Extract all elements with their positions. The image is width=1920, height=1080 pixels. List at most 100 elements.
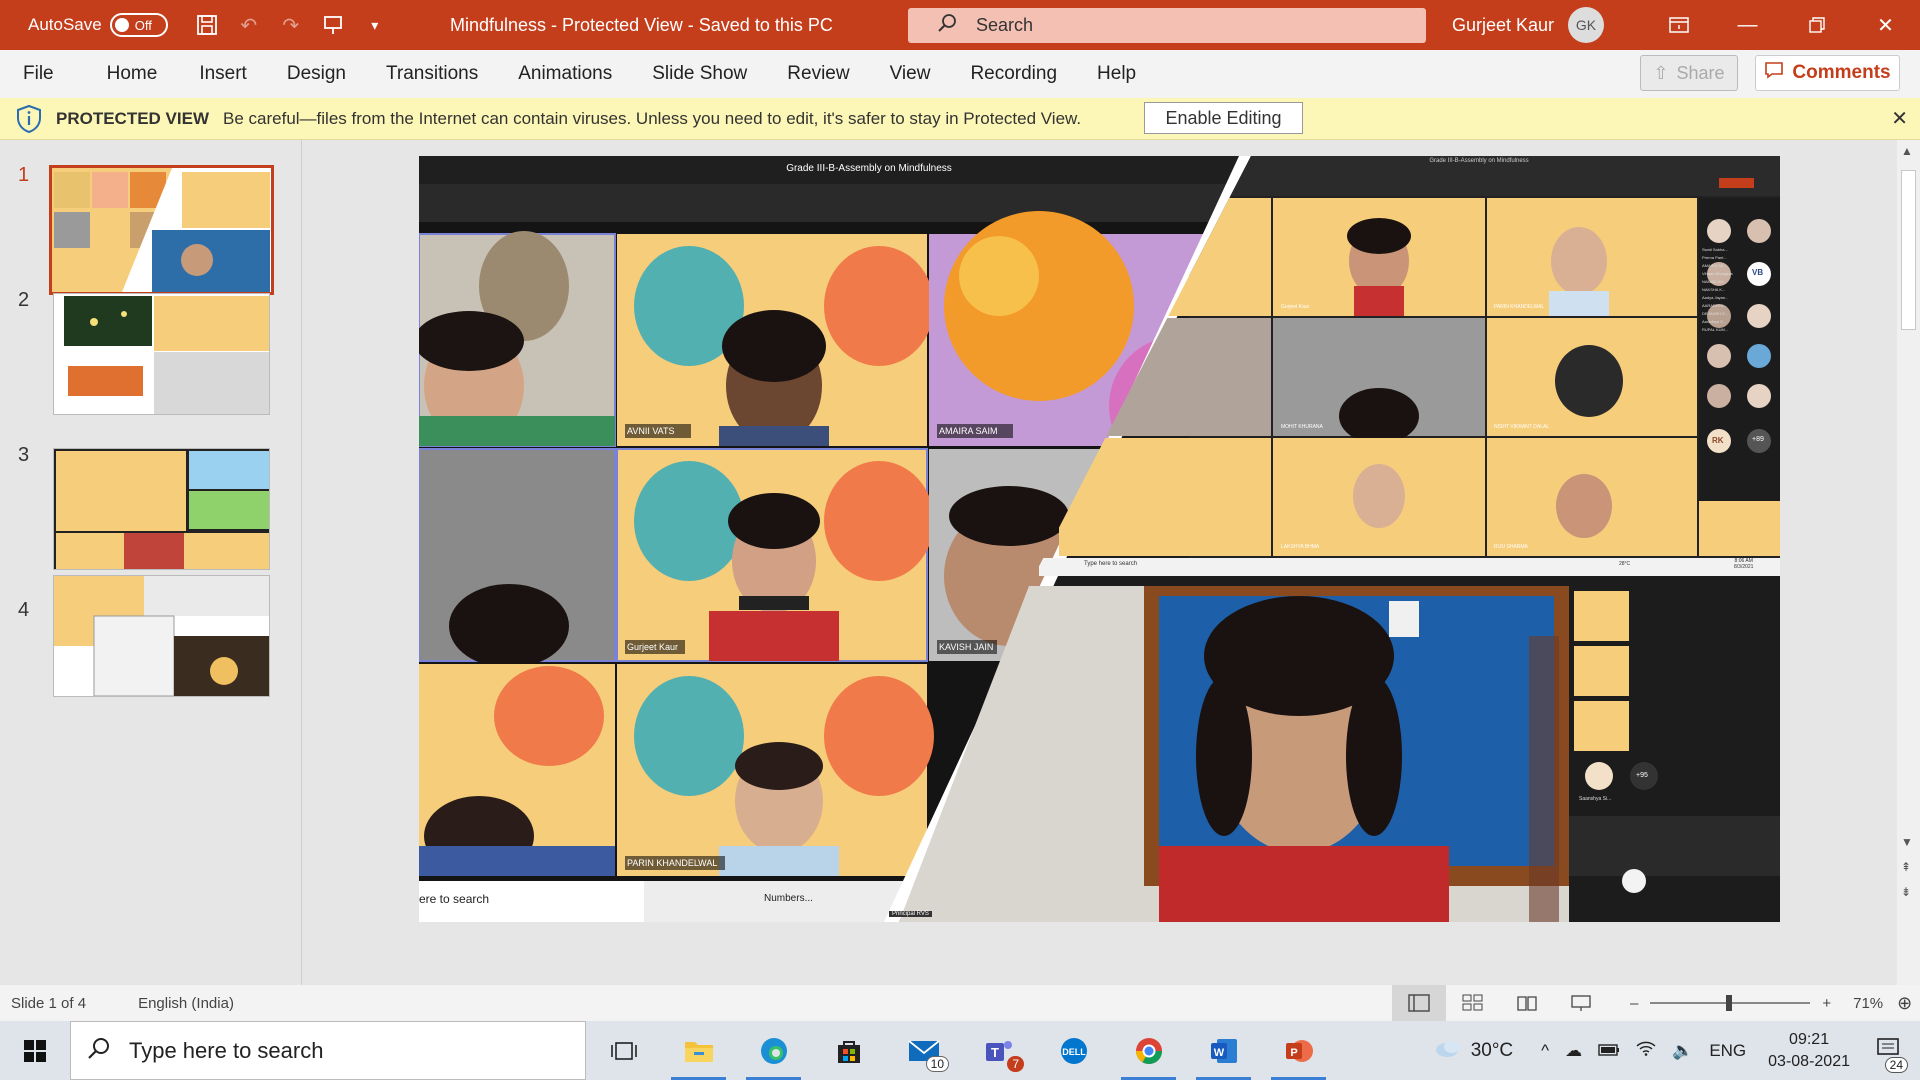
slide-thumbnail-3[interactable] (53, 448, 270, 570)
menu-help[interactable]: Help (1077, 50, 1156, 98)
presenter-label: Principal RVS (889, 911, 932, 917)
scroll-down-icon[interactable]: ▼ (1901, 835, 1913, 849)
autosave-toggle[interactable]: Off (109, 13, 168, 37)
mini-taskbar-app: Numbers... (764, 893, 813, 904)
zoom-out-button[interactable]: – (1630, 995, 1638, 1012)
chrome-icon[interactable] (1111, 1021, 1186, 1080)
side-name: NAMAN KH... (1702, 279, 1727, 284)
enable-editing-button[interactable]: Enable Editing (1144, 102, 1303, 134)
store-icon[interactable] (811, 1021, 886, 1080)
meeting-title-right: Grade III-B-Assembly on Mindfulness (1429, 158, 1529, 164)
zoom-slider[interactable] (1650, 995, 1811, 1011)
weather-temperature[interactable]: 30°C (1471, 1040, 1513, 1062)
wifi-icon[interactable] (1636, 1040, 1656, 1061)
user-name[interactable]: Gurjeet Kaur (1452, 15, 1554, 36)
search-box[interactable]: Search (908, 8, 1426, 43)
slide-show-icon[interactable] (1554, 985, 1608, 1021)
weather-icon[interactable] (1433, 1037, 1463, 1064)
menu-slide-show[interactable]: Slide Show (632, 50, 767, 98)
thumbnail-row[interactable]: 2 (0, 265, 300, 415)
close-icon[interactable]: ✕ (1891, 106, 1908, 131)
windows-start-icon[interactable] (0, 1021, 70, 1080)
grid-label: LAKSHYA BHMA (1281, 544, 1320, 550)
thumbnail-number: 2 (18, 289, 30, 311)
slide-collage (419, 156, 1780, 922)
zoom-slider-knob[interactable] (1726, 995, 1733, 1011)
mail-badge: 10 (925, 1056, 949, 1072)
menu-recording[interactable]: Recording (950, 50, 1077, 98)
clock[interactable]: 09:21 03-08-2021 (1768, 1029, 1850, 1073)
task-view-icon[interactable] (586, 1021, 661, 1080)
comments-label: Comments (1792, 62, 1891, 83)
thumbnail-number: 4 (18, 599, 30, 621)
slide-1[interactable]: Grade III-B-Assembly on Mindfulness Grad… (419, 156, 1780, 922)
mini-taskbar-search: Type here to search (1084, 561, 1138, 567)
svg-text:T: T (991, 1045, 999, 1060)
slide-thumbnail-4[interactable] (53, 575, 270, 697)
comments-button[interactable]: Comments (1755, 55, 1900, 91)
thumbnail-row[interactable]: 1 (0, 140, 300, 295)
volume-icon[interactable]: 🔈 (1672, 1041, 1693, 1061)
chevron-up-icon[interactable]: ^ (1541, 1041, 1549, 1061)
document-title: Mindfulness - Protected View - Saved to … (450, 14, 833, 35)
next-slide-icon[interactable]: ⇟ (1901, 885, 1911, 899)
side-name: AARADHYA... (1702, 303, 1728, 308)
avatar[interactable]: GK (1568, 7, 1604, 43)
scroll-up-icon[interactable]: ▲ (1901, 144, 1913, 158)
menu-view[interactable]: View (870, 50, 951, 98)
search-icon (87, 1036, 111, 1066)
input-language[interactable]: ENG (1709, 1041, 1746, 1061)
slide-thumbnail-2[interactable] (53, 293, 270, 415)
teams-icon[interactable]: T 7 (961, 1021, 1036, 1080)
customize-chevron-icon[interactable]: ▾ (356, 6, 394, 44)
taskbar-search-box[interactable]: Type here to search (70, 1021, 586, 1080)
fit-to-window-icon[interactable]: ⊕ (1897, 993, 1912, 1014)
mini-date: 8/3/2021 (1734, 564, 1754, 570)
avatar-initials: RK (1712, 436, 1724, 445)
undo-icon[interactable]: ↶ (230, 6, 268, 44)
close-icon[interactable]: ✕ (1851, 0, 1920, 50)
vertical-scrollbar[interactable]: ▲ ▼ ⇞ ⇟ (1897, 140, 1920, 985)
file-explorer-icon[interactable] (661, 1021, 736, 1080)
menu-insert[interactable]: Insert (177, 50, 267, 98)
notification-count: 24 (1884, 1056, 1908, 1073)
dell-icon[interactable]: DELL (1036, 1021, 1111, 1080)
restore-icon[interactable] (1782, 0, 1851, 50)
menu-file[interactable]: File (0, 50, 74, 98)
menu-design[interactable]: Design (267, 50, 366, 98)
protected-view-title: PROTECTED VIEW (56, 108, 210, 128)
powerpoint-icon[interactable]: P (1261, 1021, 1336, 1080)
menu-bar: File Home Insert Design Transitions Anim… (0, 50, 1920, 98)
word-icon[interactable]: W (1186, 1021, 1261, 1080)
previous-slide-icon[interactable]: ⇞ (1901, 860, 1911, 874)
menu-animations[interactable]: Animations (498, 50, 632, 98)
edge-browser-icon[interactable] (736, 1021, 811, 1080)
minimize-icon[interactable]: — (1713, 0, 1782, 50)
reading-view-icon[interactable] (1500, 985, 1554, 1021)
battery-icon[interactable] (1598, 1041, 1620, 1061)
onedrive-icon[interactable]: ☁ (1565, 1041, 1582, 1061)
clock-date: 03-08-2021 (1768, 1052, 1850, 1070)
zoom-level[interactable]: 71% (1853, 995, 1883, 1012)
side-name: Vihaan Bhargava (1702, 271, 1733, 276)
save-icon[interactable] (188, 6, 226, 44)
thumbnail-row[interactable]: 3 (0, 420, 300, 570)
ribbon-display-icon[interactable] (1644, 0, 1713, 50)
share-icon: ⇧ (1653, 62, 1669, 83)
present-icon[interactable] (314, 6, 352, 44)
autosave-label: AutoSave (28, 15, 102, 34)
thumbnail-row[interactable]: 4 (0, 575, 300, 705)
share-button[interactable]: ⇧ Share (1640, 55, 1738, 91)
notification-icon[interactable]: 24 (1876, 1037, 1908, 1073)
language-indicator[interactable]: English (India) (138, 995, 234, 1012)
slide-sorter-icon[interactable] (1446, 985, 1500, 1021)
redo-icon[interactable]: ↷ (272, 6, 310, 44)
mail-icon[interactable]: 10 (886, 1021, 961, 1080)
menu-home[interactable]: Home (74, 50, 178, 98)
menu-transitions[interactable]: Transitions (366, 50, 498, 98)
thumbnail-number: 1 (18, 164, 30, 186)
zoom-in-button[interactable]: + (1822, 995, 1831, 1012)
scrollbar-thumb[interactable] (1901, 170, 1916, 330)
menu-review[interactable]: Review (767, 50, 869, 98)
normal-view-icon[interactable] (1392, 985, 1446, 1021)
